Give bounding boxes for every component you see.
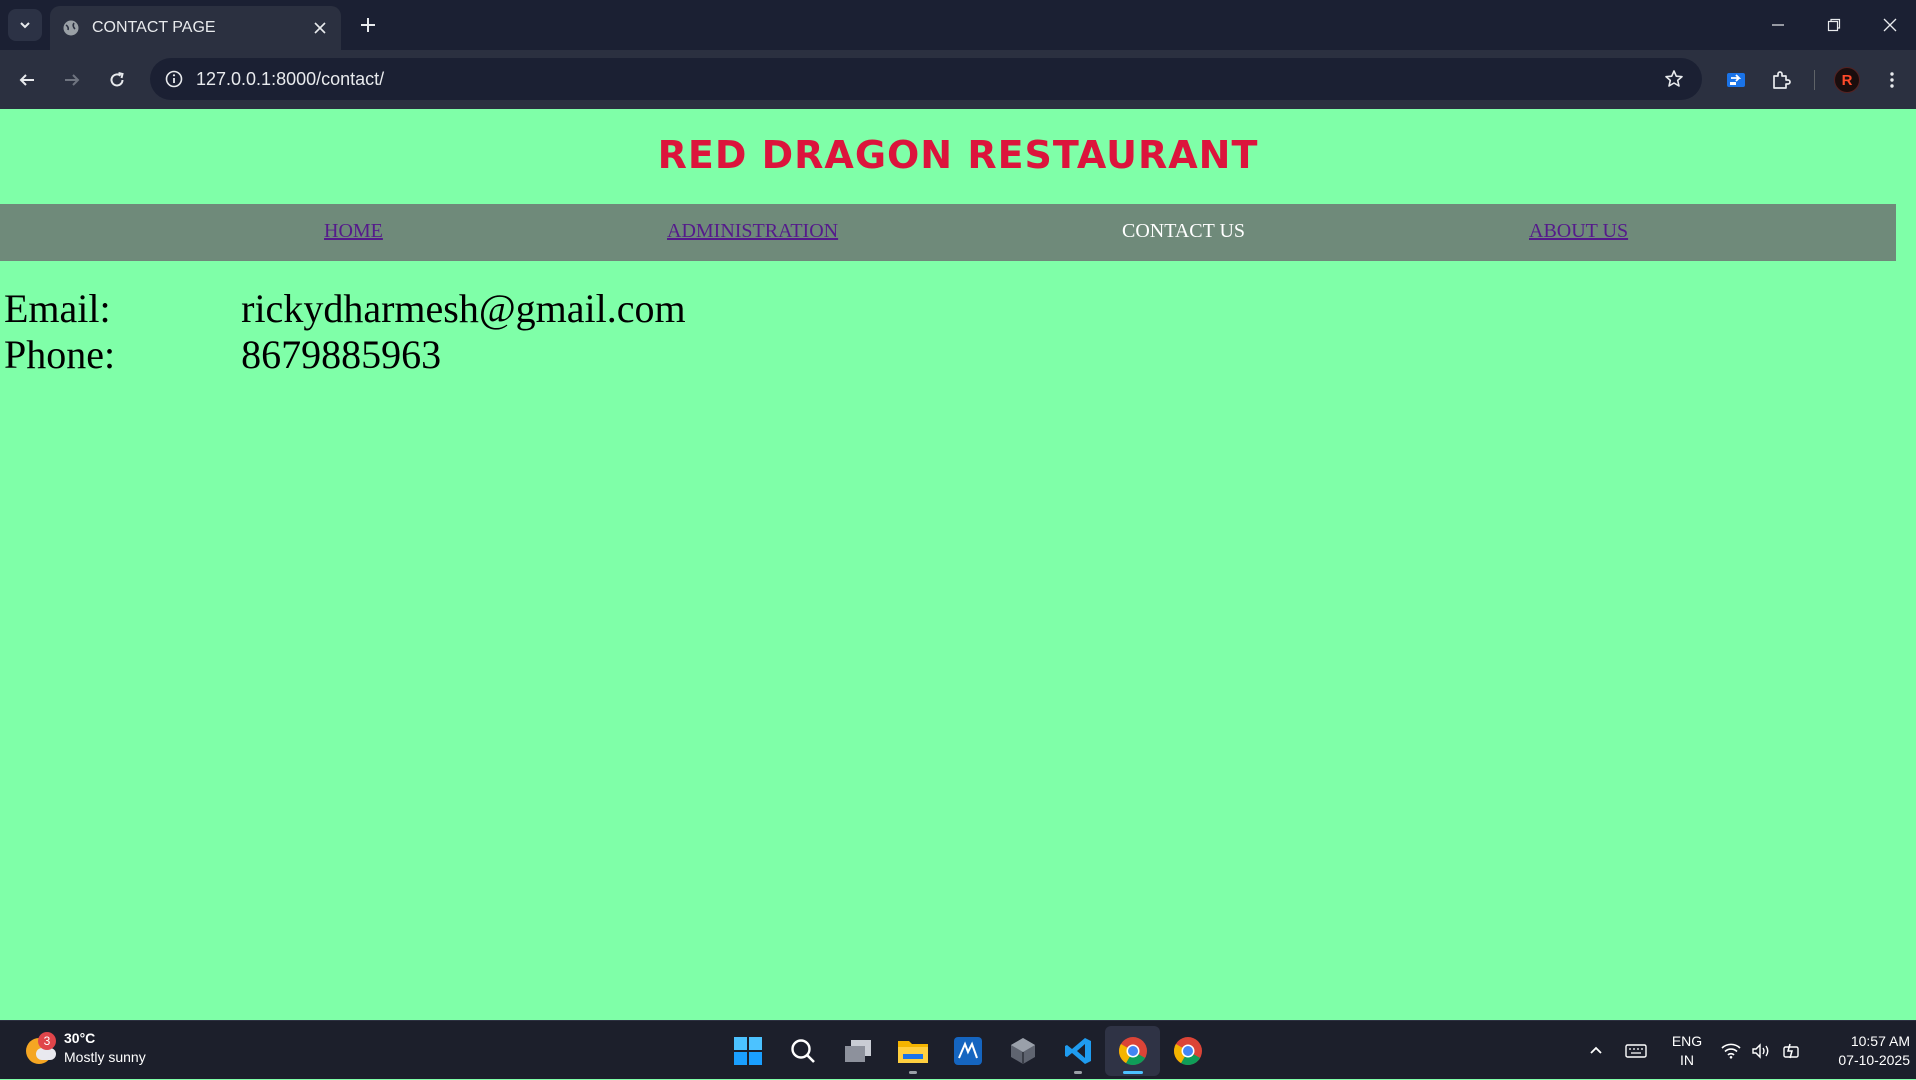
avatar: R xyxy=(1834,67,1860,93)
address-bar[interactable]: 127.0.0.1:8000/contact/ xyxy=(150,58,1702,100)
site-title: RED DRAGON RESTAURANT xyxy=(657,133,1259,177)
browser-toolbar: 127.0.0.1:8000/contact/ R xyxy=(0,50,1916,109)
nav-link-home[interactable]: HOME xyxy=(324,220,383,243)
nav-link-administration[interactable]: ADMINISTRATION xyxy=(667,220,838,243)
browser-tab[interactable]: CONTACT PAGE xyxy=(50,6,341,50)
weather-sun-icon: 3 xyxy=(24,1032,56,1064)
email-label: Email: xyxy=(4,286,111,331)
clock-time: 10:57 AM xyxy=(1850,1032,1910,1049)
web-page: RED DRAGON RESTAURANT HOME ADMINISTRATIO… xyxy=(0,109,1916,1020)
reload-button[interactable] xyxy=(99,62,135,98)
nav-link-about-us[interactable]: ABOUT US xyxy=(1529,220,1628,243)
weather-description: Mostly sunny xyxy=(64,1049,146,1065)
tab-search-button[interactable] xyxy=(8,9,42,41)
weather-badge: 3 xyxy=(38,1032,56,1050)
language-code: ENG xyxy=(1671,1032,1703,1049)
profile-button[interactable]: R xyxy=(1829,62,1865,98)
minimize-icon xyxy=(1772,24,1784,26)
new-tab-button[interactable] xyxy=(352,9,384,41)
taskbar: 3 30°C Mostly sunny ENG IN 10:57 AM 07-1… xyxy=(0,1020,1916,1079)
taskbar-app-file-explorer[interactable] xyxy=(885,1026,940,1076)
close-window-button[interactable] xyxy=(1862,0,1916,50)
forward-button[interactable] xyxy=(54,62,90,98)
globe-icon xyxy=(63,20,79,36)
browser-menu-button[interactable] xyxy=(1874,62,1910,98)
phone-label: Phone: xyxy=(4,332,116,377)
site-info-icon[interactable] xyxy=(158,63,190,95)
chrome-icon xyxy=(1173,1037,1202,1065)
language-indicator[interactable]: ENG IN xyxy=(1658,1032,1716,1070)
close-icon xyxy=(1883,18,1897,32)
arrow-left-icon xyxy=(19,74,34,86)
taskbar-app-chrome[interactable] xyxy=(1160,1026,1215,1076)
taskbar-apps xyxy=(720,1026,1215,1076)
extensions-puzzle-icon[interactable] xyxy=(1763,62,1799,98)
minimize-button[interactable] xyxy=(1750,0,1806,50)
restore-icon xyxy=(1827,18,1841,32)
chevron-down-icon xyxy=(20,22,30,29)
cast-extension-icon[interactable] xyxy=(1718,62,1754,98)
windows-logo-icon xyxy=(733,1037,762,1065)
more-vertical-icon xyxy=(1890,72,1894,88)
region-code: IN xyxy=(1680,1051,1694,1068)
weather-widget[interactable]: 3 30°C Mostly sunny xyxy=(24,1029,146,1067)
running-indicator xyxy=(1074,1071,1082,1074)
start-button[interactable] xyxy=(720,1026,775,1076)
close-tab-icon[interactable] xyxy=(305,13,335,43)
table-row: Phone: 8679885963 xyxy=(4,333,686,377)
system-tray: ENG IN 10:57 AM 07-10-2025 xyxy=(1578,1021,1910,1080)
task-view-button[interactable] xyxy=(830,1026,885,1076)
running-indicator xyxy=(909,1071,917,1074)
taskbar-search-button[interactable] xyxy=(775,1026,830,1076)
url-text[interactable]: 127.0.0.1:8000/contact/ xyxy=(196,69,384,90)
volume-icon[interactable] xyxy=(1746,1042,1776,1059)
task-view-icon xyxy=(844,1040,871,1062)
running-indicator xyxy=(1123,1071,1143,1074)
taskbar-app-editor[interactable] xyxy=(940,1026,995,1076)
plus-icon xyxy=(361,18,375,32)
folder-icon xyxy=(897,1041,928,1063)
email-value: rickydharmesh@gmail.com xyxy=(241,286,686,331)
editor-app-icon xyxy=(953,1037,982,1065)
taskbar-app-chrome-active[interactable] xyxy=(1105,1026,1160,1076)
show-hidden-icons-icon[interactable] xyxy=(1578,1044,1614,1058)
taskbar-app-vscode[interactable] xyxy=(1050,1026,1105,1076)
reload-icon xyxy=(110,72,124,87)
contact-info-table: Email: rickydharmesh@gmail.com Phone: 86… xyxy=(0,285,690,379)
phone-value: 8679885963 xyxy=(241,332,442,377)
site-navbar: HOME ADMINISTRATION CONTACT US ABOUT US xyxy=(0,204,1896,261)
nav-link-contact-us[interactable]: CONTACT US xyxy=(1122,220,1245,243)
arrow-right-icon xyxy=(65,74,80,86)
wifi-icon[interactable] xyxy=(1716,1043,1746,1059)
table-row: Email: rickydharmesh@gmail.com xyxy=(4,287,686,331)
taskbar-app-unity[interactable] xyxy=(995,1026,1050,1076)
restore-button[interactable] xyxy=(1806,0,1862,50)
battery-icon[interactable] xyxy=(1776,1042,1806,1060)
chrome-icon xyxy=(1118,1037,1147,1065)
clock-date: 07-10-2025 xyxy=(1838,1051,1910,1068)
bookmark-star-icon[interactable] xyxy=(1658,63,1690,95)
vscode-icon xyxy=(1064,1038,1091,1064)
tab-title: CONTACT PAGE xyxy=(92,19,216,36)
weather-temperature: 30°C xyxy=(64,1030,96,1046)
clock[interactable]: 10:57 AM 07-10-2025 xyxy=(1810,1032,1910,1070)
keyboard-icon[interactable] xyxy=(1614,1043,1658,1059)
toolbar-divider xyxy=(1814,70,1815,90)
search-icon xyxy=(790,1039,815,1063)
cube-app-icon xyxy=(1010,1038,1035,1064)
browser-tabstrip: CONTACT PAGE xyxy=(0,0,1916,50)
back-button[interactable] xyxy=(9,62,45,98)
